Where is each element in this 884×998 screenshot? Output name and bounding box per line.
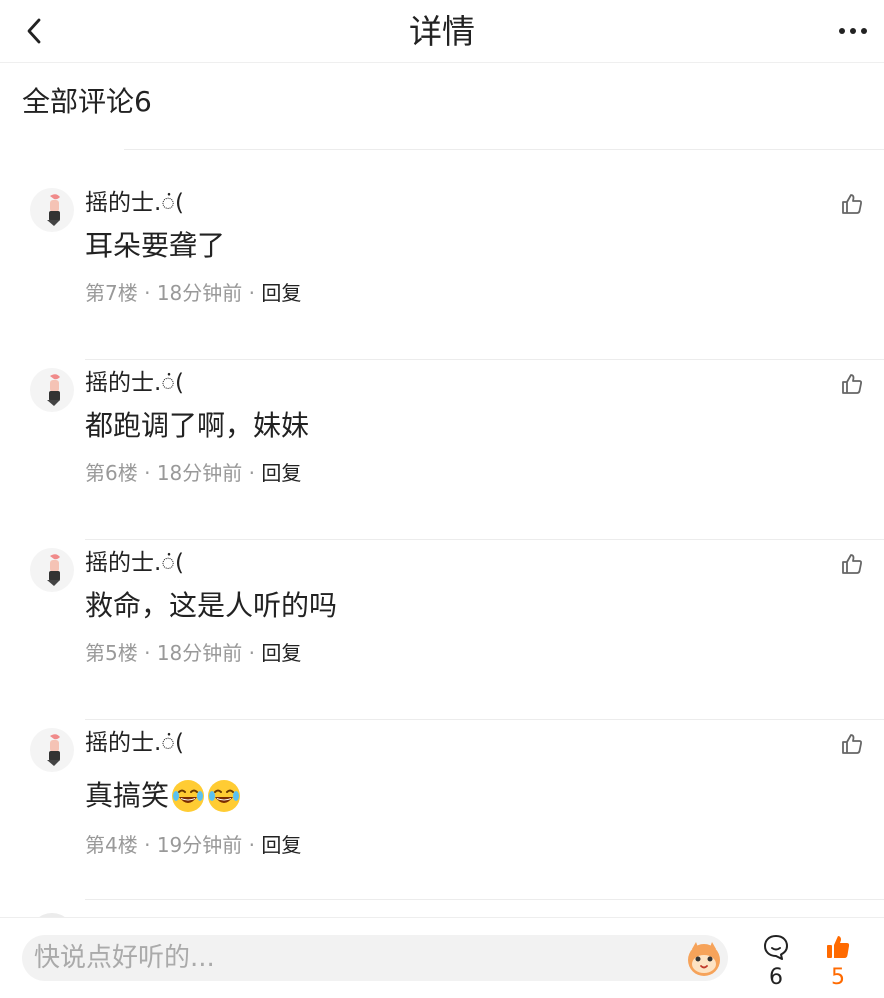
comment-time: 18分钟前: [156, 281, 243, 305]
comment-text-content: 耳朵要聋了: [85, 229, 226, 262]
reply-button[interactable]: 回复: [261, 461, 301, 485]
divider: [85, 899, 884, 900]
emoji-picker-icon[interactable]: [684, 939, 724, 979]
like-button[interactable]: [840, 372, 864, 396]
username[interactable]: 摇的士.ं(: [85, 368, 184, 398]
comment-meta: 第7楼 · 18分钟前 · 回复: [85, 280, 301, 306]
comments-count-button[interactable]: 6: [756, 933, 796, 991]
laughing-tears-emoji-icon: [208, 780, 241, 812]
back-button[interactable]: [18, 14, 50, 48]
thumbs-up-filled-icon[interactable]: [824, 933, 852, 961]
comment-item: 摇的士.ं( 救命，这是人听的吗 第5楼 · 18分钟前 · 回复: [0, 540, 884, 720]
comment-item: 摇的士.ं( 耳朵要聋了 第7楼 · 18分钟前 · 回复: [0, 180, 884, 360]
comment-bubble-icon[interactable]: [762, 933, 790, 961]
reply-button[interactable]: 回复: [261, 281, 301, 305]
comment-item: 摇的士.ं( 都跑调了啊，妹妹 第6楼 · 18分钟前 · 回复: [0, 360, 884, 540]
comment-item: 摇的士.ं( 真搞笑 第4楼 · 19分钟前 · 回复: [0, 720, 884, 900]
thumbs-up-icon[interactable]: [840, 732, 864, 756]
reply-button[interactable]: 回复: [261, 641, 301, 665]
comment-meta: 第4楼 · 19分钟前 · 回复: [85, 832, 301, 858]
meta-separator: ·: [242, 281, 262, 305]
thumbs-up-icon[interactable]: [840, 552, 864, 576]
avatar[interactable]: [30, 548, 74, 592]
meta-separator: ·: [137, 461, 157, 485]
meta-separator: ·: [242, 641, 262, 665]
floor-number: 第6楼: [85, 461, 138, 485]
like-button[interactable]: [840, 192, 864, 216]
laughing-tears-emoji-icon: [172, 780, 205, 812]
floor-number: 第5楼: [85, 641, 138, 665]
bottom-comment-bar: 快说点好听的... 6 5: [0, 917, 884, 998]
comment-text: 都跑调了啊，妹妹: [85, 408, 309, 444]
comment-meta: 第5楼 · 18分钟前 · 回复: [85, 640, 301, 666]
floor-number: 第7楼: [85, 281, 138, 305]
comments-count-title: 全部评论6: [22, 85, 152, 118]
top-nav-bar: 详情: [0, 0, 884, 63]
avatar[interactable]: [30, 368, 74, 412]
comment-input-placeholder: 快说点好听的...: [34, 943, 215, 973]
more-button[interactable]: [836, 16, 870, 46]
comment-count: 6: [769, 965, 783, 990]
avatar[interactable]: [30, 188, 74, 232]
divider: [124, 149, 884, 150]
floor-number: 第4楼: [85, 833, 138, 857]
like-count-button[interactable]: 5: [818, 933, 858, 991]
meta-separator: ·: [137, 833, 157, 857]
comment-text-content: 真搞笑: [85, 779, 170, 812]
like-count: 5: [831, 965, 845, 990]
comment-time: 19分钟前: [156, 833, 243, 857]
comment-text-content: 都跑调了啊，妹妹: [85, 409, 310, 442]
reply-button[interactable]: 回复: [261, 833, 301, 857]
comment-meta: 第6楼 · 18分钟前 · 回复: [85, 460, 301, 486]
thumbs-up-icon[interactable]: [840, 372, 864, 396]
back-chevron-icon[interactable]: [25, 17, 43, 45]
comment-text: 真搞笑: [85, 778, 241, 814]
comment-text: 救命，这是人听的吗: [85, 588, 337, 624]
comment-text: 耳朵要聋了: [85, 228, 225, 264]
meta-separator: ·: [137, 281, 157, 305]
meta-separator: ·: [137, 641, 157, 665]
comment-time: 18分钟前: [156, 641, 243, 665]
meta-separator: ·: [242, 833, 262, 857]
like-button[interactable]: [840, 552, 864, 576]
like-button[interactable]: [840, 732, 864, 756]
comment-time: 18分钟前: [156, 461, 243, 485]
more-dots-icon[interactable]: [838, 27, 868, 35]
thumbs-up-icon[interactable]: [840, 192, 864, 216]
page-title: 详情: [409, 12, 475, 51]
comment-text-content: 救命，这是人听的吗: [85, 589, 338, 622]
username[interactable]: 摇的士.ं(: [85, 548, 184, 578]
username[interactable]: 摇的士.ं(: [85, 728, 184, 758]
comment-input[interactable]: 快说点好听的...: [22, 935, 728, 981]
username[interactable]: 摇的士.ं(: [85, 188, 184, 218]
avatar[interactable]: [30, 728, 74, 772]
meta-separator: ·: [242, 461, 262, 485]
